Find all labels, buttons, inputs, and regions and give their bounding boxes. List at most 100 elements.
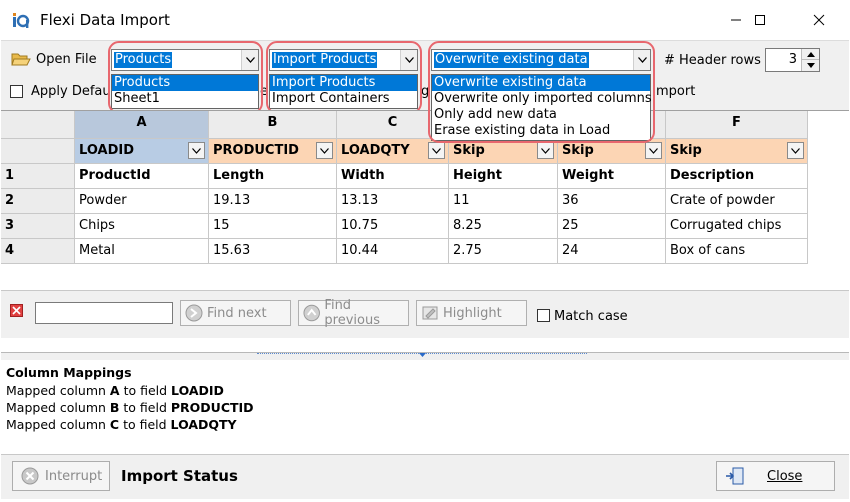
grid-cell[interactable]: Description bbox=[666, 164, 808, 189]
grid-cell[interactable]: Width bbox=[337, 164, 449, 189]
column-mapping-select[interactable]: PRODUCTID bbox=[209, 139, 337, 164]
mapping-text: to field bbox=[119, 417, 171, 432]
match-case-checkbox[interactable] bbox=[537, 309, 550, 322]
mapping-value: PRODUCTID bbox=[213, 143, 299, 158]
mapping-value: Skip bbox=[562, 143, 594, 158]
apply-default-checkbox[interactable] bbox=[10, 85, 23, 98]
open-file-label: Open File bbox=[36, 51, 97, 67]
header-rows-value: 3 bbox=[788, 52, 797, 67]
find-previous-button[interactable]: Find previous bbox=[298, 298, 409, 328]
grid-cell[interactable]: 15.63 bbox=[209, 239, 337, 264]
column-header[interactable]: F bbox=[666, 111, 808, 139]
grid-cell[interactable]: 19.13 bbox=[209, 189, 337, 214]
mapping-value: LOADID bbox=[79, 143, 135, 158]
column-mapping-select[interactable]: LOADQTY bbox=[337, 139, 449, 164]
column-mappings-panel: Column Mappings Mapped column A to field… bbox=[1, 362, 849, 454]
mapped-column: A bbox=[109, 383, 120, 398]
find-next-button[interactable]: Find next bbox=[180, 300, 291, 326]
arrow-up-icon bbox=[806, 51, 815, 57]
chevron-down-icon[interactable] bbox=[316, 142, 333, 159]
find-next-label: Find next bbox=[207, 305, 267, 321]
apply-default-label: Apply Defaul bbox=[31, 84, 115, 99]
grid-cell[interactable]: 36 bbox=[558, 189, 666, 214]
status-bar: Interrupt Import Status Close bbox=[1, 454, 849, 499]
column-mapping-select[interactable]: LOADID bbox=[75, 139, 209, 164]
arrow-down-icon bbox=[806, 63, 815, 68]
header-rows-spinner[interactable]: 3 bbox=[765, 48, 820, 72]
mapped-field: LOADID bbox=[171, 383, 224, 398]
grid-cell[interactable]: 15 bbox=[209, 214, 337, 239]
row-header[interactable]: 3 bbox=[1, 214, 75, 239]
grid-cell[interactable]: Powder bbox=[75, 189, 209, 214]
row-header[interactable]: 4 bbox=[1, 239, 75, 264]
panel-splitter[interactable] bbox=[1, 352, 849, 360]
open-file-button[interactable]: Open File bbox=[11, 50, 97, 68]
chevron-down-icon[interactable] bbox=[428, 142, 445, 159]
interrupt-label: Interrupt bbox=[45, 468, 103, 484]
spin-down-button[interactable] bbox=[801, 60, 819, 71]
column-header[interactable]: A bbox=[75, 111, 209, 139]
chevron-down-icon[interactable] bbox=[188, 142, 205, 159]
grid-cell[interactable]: Height bbox=[449, 164, 558, 189]
grid-cell[interactable]: 13.13 bbox=[337, 189, 449, 214]
grid-cell[interactable]: Chips bbox=[75, 214, 209, 239]
highlight-button[interactable]: Highlight bbox=[416, 300, 527, 326]
chevron-down-icon[interactable] bbox=[787, 142, 804, 159]
grid-cell[interactable]: Crate of powder bbox=[666, 189, 808, 214]
grid-cell[interactable]: Length bbox=[209, 164, 337, 189]
mappings-title: Column Mappings bbox=[6, 365, 132, 380]
chevron-down-icon[interactable] bbox=[645, 142, 662, 159]
import-status-label: Import Status bbox=[121, 467, 238, 485]
grid-cell[interactable]: 10.75 bbox=[337, 214, 449, 239]
close-label: Close bbox=[767, 468, 803, 484]
mapping-value: LOADQTY bbox=[341, 143, 410, 158]
mapping-text: Mapped column bbox=[6, 383, 110, 398]
grid-cell[interactable]: Corrugated chips bbox=[666, 214, 808, 239]
find-input[interactable] bbox=[35, 302, 173, 324]
maximize-button[interactable] bbox=[737, 0, 783, 40]
row-header[interactable]: 1 bbox=[1, 164, 75, 189]
open-folder-icon bbox=[11, 53, 31, 66]
highlight-label: Highlight bbox=[443, 305, 502, 321]
find-previous-label: Find previous bbox=[324, 298, 381, 328]
mapping-line: Mapped column A to field LOADID bbox=[6, 383, 224, 398]
interrupt-button[interactable]: Interrupt bbox=[12, 461, 110, 491]
grid-cell[interactable]: 25 bbox=[558, 214, 666, 239]
row-header bbox=[1, 139, 75, 164]
header-rows-label: # Header rows bbox=[664, 53, 761, 68]
close-button[interactable]: Close bbox=[716, 461, 835, 491]
grid-cell[interactable]: Weight bbox=[558, 164, 666, 189]
close-window-button[interactable] bbox=[796, 0, 842, 40]
highlight-ring bbox=[266, 41, 422, 114]
grid-cell[interactable]: 24 bbox=[558, 239, 666, 264]
maximize-icon bbox=[755, 15, 765, 25]
grid-cell[interactable]: Box of cans bbox=[666, 239, 808, 264]
grid-cell[interactable]: 2.75 bbox=[449, 239, 558, 264]
data-grid: A B C D E F LOADID PRODUCTID LOADQTY Ski… bbox=[1, 110, 849, 290]
grid-cell[interactable]: 11 bbox=[449, 189, 558, 214]
import-button-label-fragment: mport bbox=[656, 84, 696, 99]
title-bar: Flexi Data Import bbox=[0, 0, 850, 40]
close-icon bbox=[813, 14, 825, 26]
grid-cell[interactable]: 10.44 bbox=[337, 239, 449, 264]
mapping-value: Skip bbox=[670, 143, 702, 158]
highlight-icon bbox=[422, 306, 438, 320]
mapping-line: Mapped column C to field LOADQTY bbox=[6, 417, 237, 432]
column-mapping-select[interactable]: Skip bbox=[666, 139, 808, 164]
mapped-column: B bbox=[109, 400, 120, 415]
chevron-down-icon bbox=[419, 353, 426, 357]
mapping-text: Mapped column bbox=[6, 417, 110, 432]
grid-cell[interactable]: ProductId bbox=[75, 164, 209, 189]
exit-door-icon bbox=[726, 467, 744, 485]
mapped-field: PRODUCTID bbox=[170, 400, 254, 415]
grid-cell[interactable]: Metal bbox=[75, 239, 209, 264]
close-find-icon[interactable] bbox=[10, 304, 23, 317]
mapping-line: Mapped column B to field PRODUCTID bbox=[6, 400, 254, 415]
spin-up-button[interactable] bbox=[801, 49, 819, 60]
mapped-field: LOADQTY bbox=[170, 417, 237, 432]
mapping-value: Skip bbox=[453, 143, 485, 158]
row-header[interactable]: 2 bbox=[1, 189, 75, 214]
grid-cell[interactable]: 8.25 bbox=[449, 214, 558, 239]
chevron-down-icon[interactable] bbox=[537, 142, 554, 159]
column-header[interactable]: B bbox=[209, 111, 337, 139]
